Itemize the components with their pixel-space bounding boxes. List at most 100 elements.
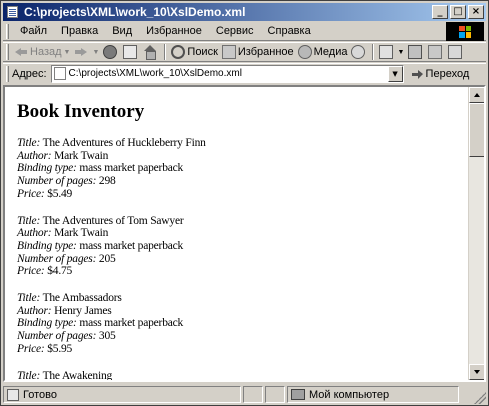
book-pages: 298 bbox=[98, 175, 116, 188]
book-author-row: Author: Henry James bbox=[17, 305, 457, 318]
binding-label: Binding type: bbox=[17, 162, 77, 175]
menu-favorites[interactable]: Избранное bbox=[139, 25, 209, 37]
media-button[interactable]: Медиа bbox=[296, 43, 350, 61]
discuss-button[interactable] bbox=[446, 43, 466, 61]
book-title: The Adventures of Huckleberry Finn bbox=[42, 137, 206, 149]
favorites-button[interactable]: Избранное bbox=[220, 43, 296, 61]
book-binding: mass market paperback bbox=[79, 162, 184, 175]
book-binding-row: Binding type: mass market paperback bbox=[17, 162, 457, 175]
back-dropdown-icon[interactable]: ▼ bbox=[64, 49, 71, 56]
standard-toolbar: Назад ▼ ▼ Поиск Избранное Медиа ▼ bbox=[3, 42, 486, 62]
book-author: Henry James bbox=[54, 304, 112, 317]
minimize-button[interactable]: _ bbox=[432, 5, 448, 19]
history-button[interactable] bbox=[349, 43, 369, 61]
scroll-up-button[interactable] bbox=[469, 87, 484, 103]
binding-label: Binding type: bbox=[17, 317, 77, 330]
menu-edit[interactable]: Правка bbox=[54, 25, 105, 37]
page-icon bbox=[53, 67, 66, 80]
book-entry: Title: The Adventures of Huckleberry Fin… bbox=[17, 137, 457, 201]
book-title-row: Title: The Adventures of Huckleberry Fin… bbox=[17, 137, 457, 150]
go-button[interactable]: Переход bbox=[410, 67, 470, 80]
edit-button[interactable] bbox=[426, 43, 446, 61]
address-dropdown-icon[interactable]: ▼ bbox=[387, 65, 403, 82]
book-title: The Adventures of Tom Sawyer bbox=[42, 214, 184, 227]
close-button[interactable]: × bbox=[468, 5, 484, 19]
stop-icon bbox=[103, 45, 118, 59]
content-viewport[interactable]: Book Inventory Title: The Adventures of … bbox=[3, 85, 486, 382]
title-bar[interactable]: C:\projects\XML\work_10\XslDemo.xml _ □ … bbox=[3, 3, 486, 21]
stop-button[interactable] bbox=[101, 43, 121, 61]
toolbar-separator bbox=[164, 44, 167, 60]
mail-button[interactable]: ▼ bbox=[377, 43, 406, 61]
favorites-icon bbox=[221, 45, 236, 59]
address-bar: Адрес: ▼ Переход bbox=[3, 63, 486, 83]
back-button[interactable]: Назад ▼ bbox=[12, 43, 72, 61]
title-label: Title: bbox=[17, 369, 41, 382]
address-input[interactable] bbox=[68, 68, 387, 79]
book-author-row: Author: Mark Twain bbox=[17, 227, 457, 240]
maximize-button[interactable]: □ bbox=[450, 5, 466, 19]
book-price: $4.75 bbox=[47, 265, 73, 278]
book-pages: 305 bbox=[98, 330, 116, 343]
scroll-thumb[interactable] bbox=[469, 103, 484, 157]
address-label: Адрес: bbox=[12, 67, 47, 80]
book-pages: 205 bbox=[98, 252, 116, 265]
refresh-icon bbox=[123, 45, 138, 59]
book-title-row: Title: The Ambassadors bbox=[17, 292, 457, 305]
title-label: Title: bbox=[17, 214, 41, 227]
title-label: Title: bbox=[17, 292, 41, 305]
page-heading: Book Inventory bbox=[17, 101, 145, 122]
mail-dropdown-icon[interactable]: ▼ bbox=[397, 49, 404, 56]
menubar-grip[interactable] bbox=[6, 23, 9, 39]
menu-file[interactable]: Файл bbox=[13, 25, 54, 37]
author-label: Author: bbox=[17, 149, 52, 162]
forward-button[interactable]: ▼ bbox=[72, 43, 101, 61]
resize-grip[interactable] bbox=[474, 392, 486, 404]
book-title: The Ambassadors bbox=[42, 292, 122, 305]
back-arrow-icon bbox=[14, 45, 28, 59]
book-binding-row: Binding type: mass market paperback bbox=[17, 240, 457, 253]
page-status-icon bbox=[7, 388, 19, 401]
browser-window: C:\projects\XML\work_10\XslDemo.xml _ □ … bbox=[0, 0, 489, 406]
binding-label: Binding type: bbox=[17, 239, 77, 252]
menu-help[interactable]: Справка bbox=[261, 25, 318, 37]
book-pages-row: Number of pages: 205 bbox=[17, 253, 457, 266]
zone-text: Мой компьютер bbox=[309, 388, 390, 401]
book-title: The Awakening bbox=[42, 369, 113, 382]
mail-icon bbox=[379, 45, 394, 59]
menu-tools[interactable]: Сервис bbox=[209, 25, 261, 37]
forward-dropdown-icon[interactable]: ▼ bbox=[92, 49, 99, 56]
menu-view[interactable]: Вид bbox=[105, 25, 139, 37]
xml-document-icon bbox=[5, 5, 21, 19]
document-page: Book Inventory Title: The Adventures of … bbox=[17, 101, 457, 382]
book-entry: Title: The Ambassadors Author: Henry Jam… bbox=[17, 292, 457, 356]
media-label: Медиа bbox=[313, 46, 348, 58]
pages-label: Number of pages: bbox=[17, 175, 97, 188]
pages-label: Number of pages: bbox=[17, 252, 97, 265]
menu-bar: Файл Правка Вид Избранное Сервис Справка bbox=[3, 22, 486, 41]
book-binding: mass market paperback bbox=[79, 239, 184, 252]
print-button[interactable] bbox=[406, 43, 426, 61]
go-arrow-icon bbox=[410, 68, 424, 80]
window-controls: _ □ × bbox=[432, 5, 484, 19]
toolbar-separator bbox=[372, 44, 375, 60]
price-label: Price: bbox=[17, 187, 45, 200]
status-bar: Готово Мой компьютер bbox=[3, 385, 486, 404]
refresh-button[interactable] bbox=[121, 43, 141, 61]
print-icon bbox=[408, 45, 423, 59]
addressbar-grip[interactable] bbox=[6, 65, 9, 82]
favorites-label: Избранное bbox=[237, 46, 294, 58]
home-icon bbox=[143, 45, 157, 60]
status-main-pane: Готово bbox=[3, 386, 241, 403]
book-price-row: Price: $5.95 bbox=[17, 343, 457, 356]
address-field[interactable]: ▼ bbox=[50, 64, 404, 83]
vertical-scrollbar[interactable] bbox=[468, 87, 484, 380]
go-label: Переход bbox=[425, 67, 470, 80]
scroll-down-button[interactable] bbox=[469, 364, 484, 380]
home-button[interactable] bbox=[141, 43, 161, 61]
search-button[interactable]: Поиск bbox=[169, 43, 219, 61]
toolbar-grip[interactable] bbox=[6, 44, 9, 60]
edit-icon bbox=[428, 45, 443, 59]
forward-arrow-icon bbox=[74, 45, 88, 59]
history-icon bbox=[351, 45, 366, 59]
